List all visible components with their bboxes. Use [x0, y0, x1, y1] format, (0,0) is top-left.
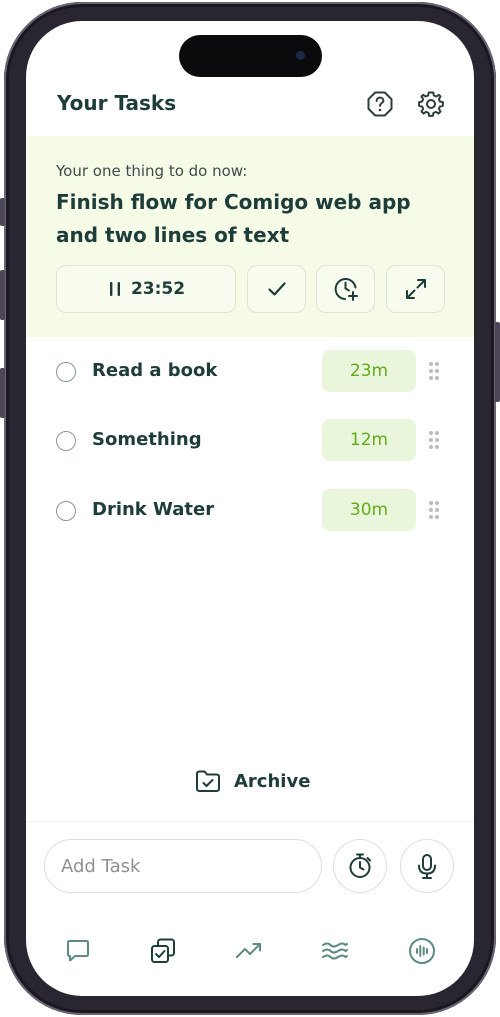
header: Your Tasks — [26, 81, 474, 137]
side-button — [495, 322, 500, 402]
task-label: Read a book — [92, 360, 218, 381]
task-checkbox[interactable] — [56, 431, 76, 451]
task-label: Drink Water — [92, 499, 215, 520]
tasks-icon — [151, 938, 175, 963]
add-time-button[interactable] — [316, 265, 375, 313]
side-button — [0, 270, 5, 320]
nav-chat[interactable] — [61, 934, 95, 968]
trend-icon — [236, 943, 261, 958]
expand-button[interactable] — [386, 265, 445, 313]
help-icon[interactable] — [365, 89, 395, 119]
audio-icon — [409, 938, 435, 964]
task-label: Something — [92, 429, 202, 450]
drag-handle-icon[interactable] — [427, 499, 441, 521]
pause-icon — [109, 282, 120, 296]
microphone-icon — [418, 854, 436, 879]
pause-timer-button[interactable]: 23:52 — [56, 265, 236, 313]
nav-progress[interactable] — [232, 934, 266, 968]
chat-icon — [67, 940, 89, 962]
nav-waves[interactable] — [318, 934, 352, 968]
side-button — [0, 368, 5, 418]
task-duration-button[interactable]: 23m — [322, 350, 416, 392]
add-task-input[interactable] — [44, 839, 322, 893]
archive-label: Archive — [234, 770, 311, 792]
check-icon — [267, 282, 286, 296]
timer-button[interactable] — [333, 839, 387, 893]
nav-audio[interactable] — [405, 934, 439, 968]
side-button — [0, 198, 5, 226]
stopwatch-icon — [349, 853, 371, 878]
task-duration-button[interactable]: 12m — [322, 419, 416, 461]
task-checkbox[interactable] — [56, 501, 76, 521]
clock-plus-icon — [334, 278, 358, 301]
complete-button[interactable] — [247, 265, 306, 313]
page-title: Your Tasks — [57, 91, 177, 115]
gear-icon[interactable] — [416, 89, 446, 119]
task-row[interactable]: Drink Water 30m — [26, 486, 474, 536]
archive-button[interactable]: Archive — [194, 766, 310, 796]
dynamic-island — [179, 35, 322, 77]
focus-task-title: Finish flow for Comigo web app and two l… — [56, 190, 411, 247]
task-row[interactable]: Read a book 23m — [26, 347, 474, 397]
task-duration-button[interactable]: 30m — [322, 489, 416, 531]
expand-icon — [405, 279, 426, 299]
folder-check-icon — [196, 770, 220, 792]
bottom-bar — [26, 821, 474, 996]
waves-icon — [322, 942, 348, 960]
timer-display: 23:52 — [130, 279, 186, 299]
app-screen: Your Tasks Your one thing to do now: Fin… — [26, 21, 474, 996]
focus-card: Your one thing to do now: Finish flow fo… — [26, 136, 474, 337]
task-row[interactable]: Something 12m — [26, 416, 474, 466]
nav-tasks[interactable] — [146, 934, 180, 968]
task-checkbox[interactable] — [56, 362, 76, 382]
voice-input-button[interactable] — [400, 839, 454, 893]
drag-handle-icon[interactable] — [427, 429, 441, 451]
drag-handle-icon[interactable] — [427, 360, 441, 382]
focus-label: Your one thing to do now: — [56, 162, 248, 180]
